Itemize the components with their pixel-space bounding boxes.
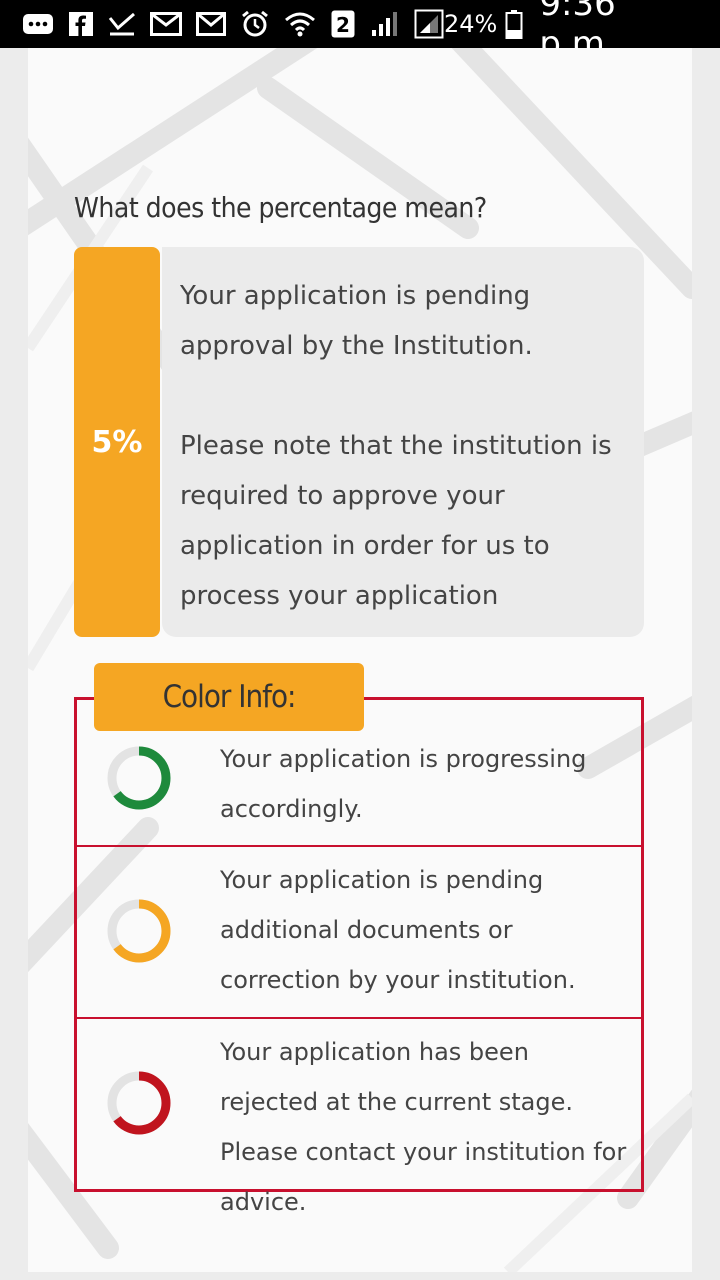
wifi-icon	[284, 8, 316, 40]
more-notifications-icon	[22, 8, 54, 40]
approval-note-text: Please note that the institution is requ…	[180, 431, 612, 611]
orange-progress-ring-icon	[107, 899, 171, 963]
sim-slot-number: 2	[336, 13, 350, 37]
sim-slot-icon: 2	[330, 8, 356, 40]
gmail-icon	[150, 8, 182, 40]
checkmark-notification-icon	[108, 8, 136, 40]
pending-approval-text: Your application is pending approval by …	[180, 281, 533, 361]
legend-green-description: Your application is progressing accordin…	[220, 745, 587, 823]
gmail-icon-2	[196, 8, 226, 40]
status-bar: 2 24% 9:36 p.m.	[0, 0, 720, 64]
red-progress-ring-icon	[107, 1071, 171, 1135]
color-info-title: Color Info:	[94, 663, 364, 731]
legend-item-orange: Your application is pending additional d…	[77, 847, 641, 1019]
color-info-legend: Your application is progressing accordin…	[74, 697, 644, 1216]
legend-orange-description: Your application is pending additional d…	[220, 866, 576, 994]
percentage-heading: What does the percentage mean?	[74, 191, 487, 224]
signal-strength-icon	[370, 8, 400, 40]
signal-strength-box-icon	[414, 8, 444, 40]
percentage-value: 5%	[91, 424, 143, 460]
green-progress-ring-icon	[107, 746, 171, 810]
alarm-icon	[240, 8, 270, 40]
percentage-card: 5% Your application is pending approval …	[74, 247, 644, 637]
percentage-description: Your application is pending approval by …	[162, 247, 644, 637]
battery-percentage: 24%	[444, 10, 498, 38]
facebook-icon	[68, 8, 94, 40]
legend-red-description: Your application has been rejected at th…	[220, 1038, 627, 1216]
battery-icon	[505, 8, 523, 40]
legend-item-red: Your application has been rejected at th…	[77, 1019, 641, 1216]
page-container: What does the percentage mean? 5% Your a…	[28, 48, 692, 1272]
percentage-badge: 5%	[74, 247, 160, 637]
